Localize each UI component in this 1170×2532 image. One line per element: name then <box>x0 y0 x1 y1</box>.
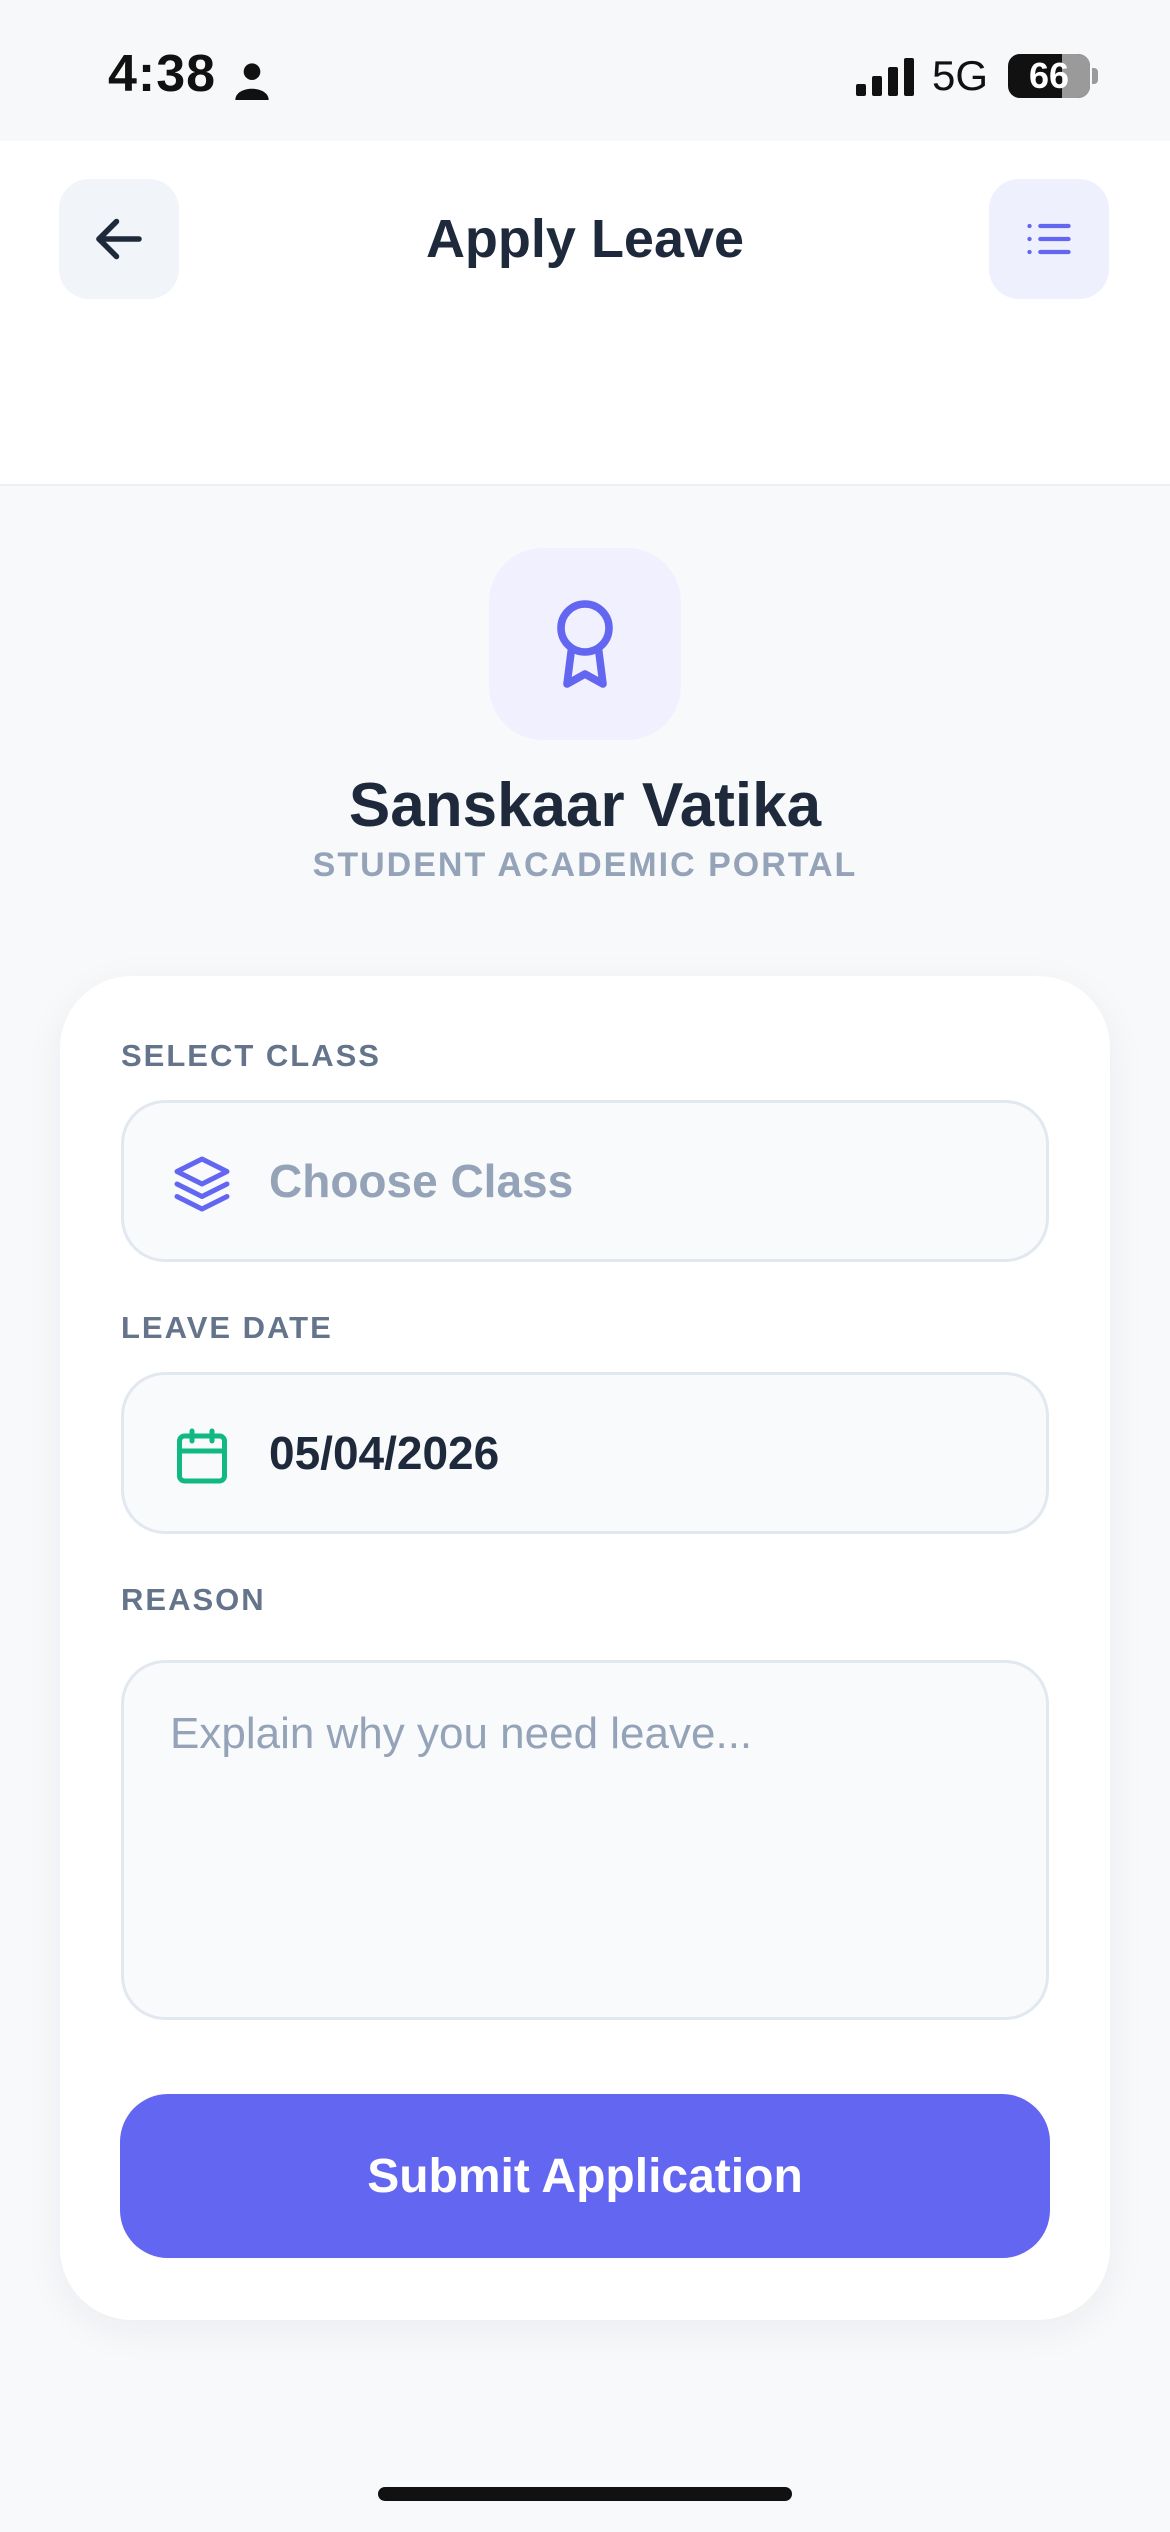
org-subtitle: STUDENT ACADEMIC PORTAL <box>312 846 858 884</box>
battery-tip <box>1092 68 1098 84</box>
reason-textarea[interactable]: Explain why you need leave... <box>121 1660 1049 2020</box>
leave-date-value: 05/04/2026 <box>269 1427 500 1479</box>
submit-application-button[interactable]: Submit Application <box>120 2094 1050 2258</box>
select-class-label: SELECT CLASS <box>121 1038 381 1073</box>
signal-icon <box>856 58 914 96</box>
person-icon <box>235 63 269 100</box>
org-name: Sanskaar Vatika <box>348 771 822 840</box>
status-bar: 4:38 5G 66 <box>0 0 1170 141</box>
award-icon <box>557 600 613 688</box>
battery-icon: 66 <box>1008 54 1090 98</box>
leave-form-card: SELECT CLASS Choose Class LEAVE DATE 05/… <box>60 976 1110 2320</box>
home-indicator <box>378 2487 792 2501</box>
leave-date-field[interactable]: 05/04/2026 <box>121 1372 1049 1534</box>
list-icon <box>1027 223 1071 255</box>
select-class-field[interactable]: Choose Class <box>121 1100 1049 1262</box>
battery-level: 66 <box>1028 55 1070 96</box>
menu-button[interactable] <box>989 179 1109 299</box>
network-type: 5G <box>932 52 989 99</box>
reason-placeholder: Explain why you need leave... <box>170 1709 753 1758</box>
logo-box <box>489 548 681 740</box>
calendar-icon <box>177 1428 227 1484</box>
status-time: 4:38 <box>108 45 217 103</box>
reason-label: REASON <box>121 1582 266 1617</box>
select-class-placeholder: Choose Class <box>269 1155 574 1207</box>
leave-date-label: LEAVE DATE <box>121 1310 333 1345</box>
layers-icon <box>174 1156 230 1212</box>
